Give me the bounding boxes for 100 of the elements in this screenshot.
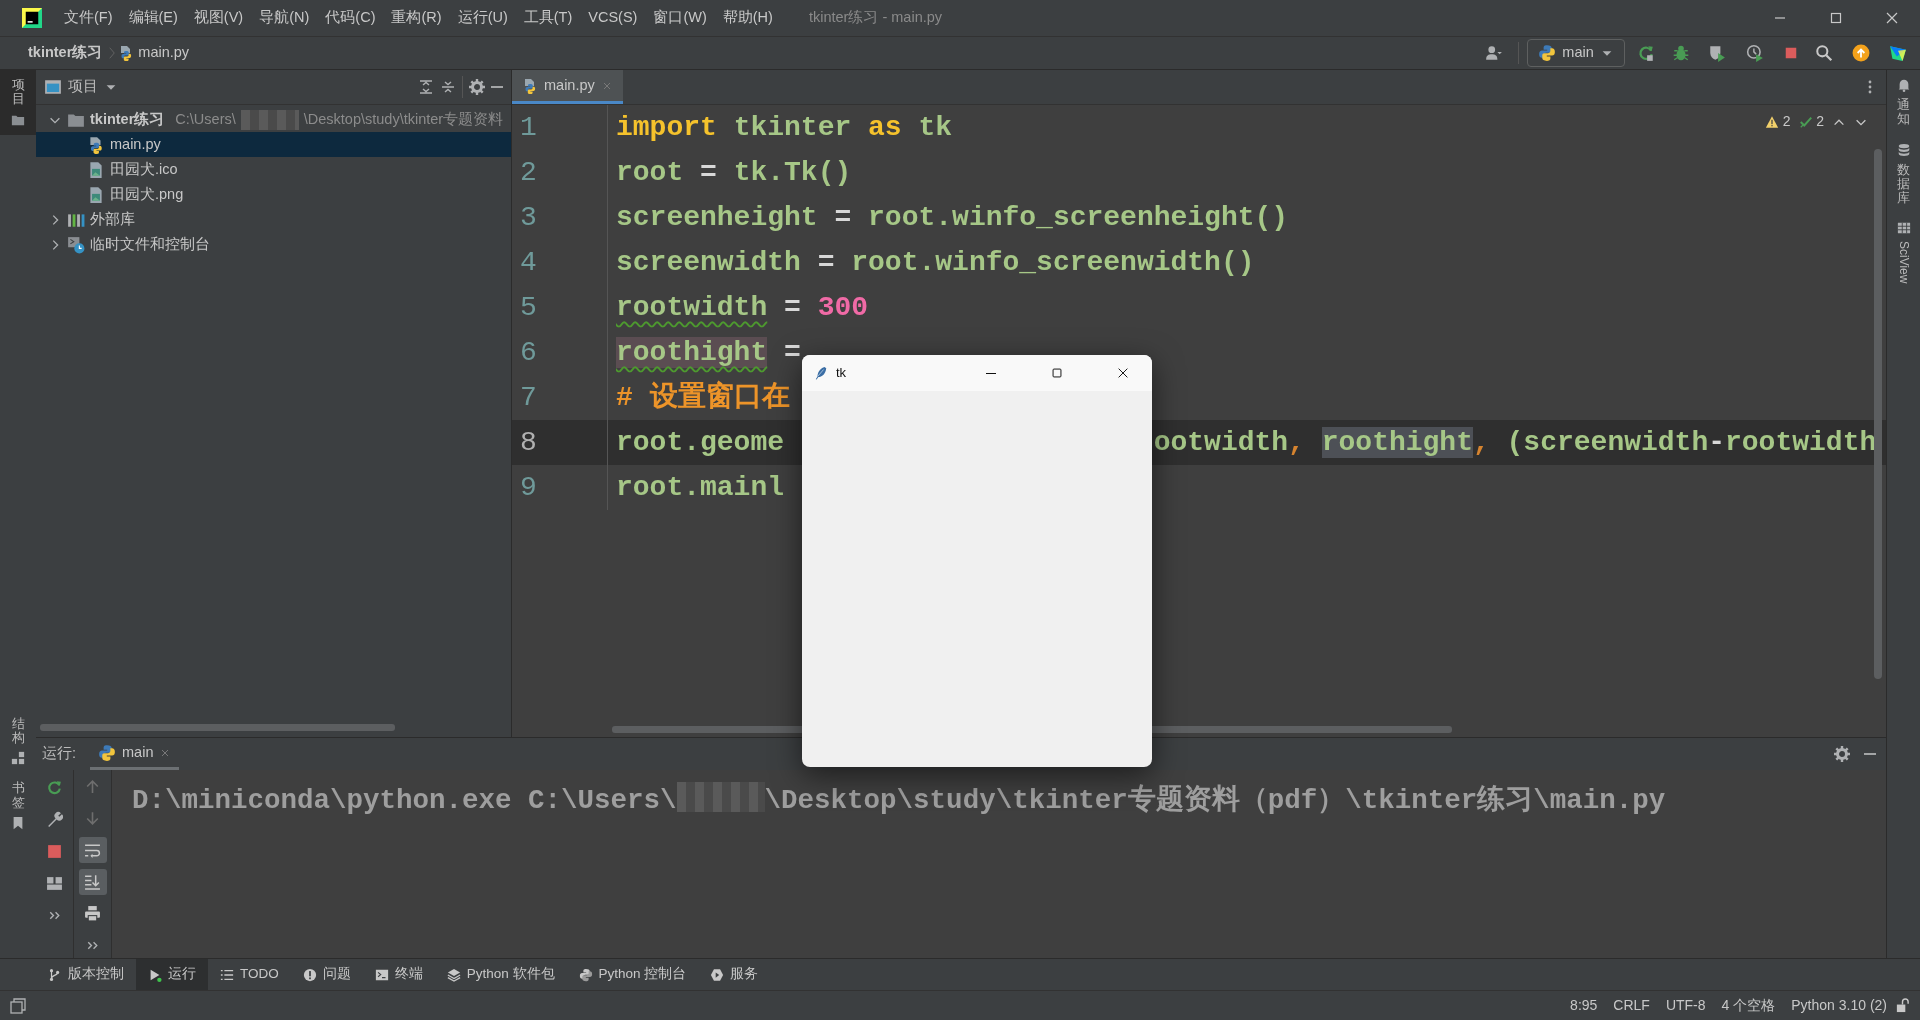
tree-item[interactable]: main.py <box>110 133 161 156</box>
warning-icon[interactable] <box>1765 114 1780 129</box>
branch-icon <box>48 967 62 982</box>
debug-icon <box>1672 44 1691 62</box>
expand-all-icon[interactable] <box>418 79 434 95</box>
list-icon <box>220 967 234 982</box>
menu-item[interactable]: 编辑(E) <box>120 7 186 29</box>
inspection-count[interactable]: 2 <box>1816 111 1824 132</box>
window-title: tk <box>836 364 847 383</box>
toolbar-button[interactable] <box>78 869 107 895</box>
menu-item[interactable]: 代码(C) <box>317 7 384 29</box>
up-arrow-icon <box>84 778 101 796</box>
collapse-all-icon[interactable] <box>440 79 456 95</box>
tool-window-tab[interactable]: 项目 <box>0 70 36 135</box>
bookmark-icon <box>11 816 25 830</box>
menu-item[interactable]: 视图(V) <box>185 7 252 29</box>
code-text: root = tk.Tk() <box>616 155 852 190</box>
settings-icon[interactable] <box>1834 746 1850 762</box>
tool-window-button[interactable]: 问题 <box>290 959 363 990</box>
tool-window-button[interactable]: 版本控制 <box>36 959 136 990</box>
code-text: screenheight = root.winfo_screenheight() <box>616 200 1289 235</box>
window-icon <box>44 78 62 96</box>
status-item[interactable]: CRLF <box>1605 995 1658 1016</box>
panel-title: 运行: <box>42 744 77 764</box>
tool-window-button[interactable]: 终端 <box>362 959 435 990</box>
run-icon <box>148 967 162 982</box>
close-icon <box>1116 366 1130 380</box>
menu-item[interactable]: 文件(F) <box>56 7 121 29</box>
tool-window-button[interactable]: TODO <box>208 959 291 990</box>
tool-window-tab[interactable]: 数据库 <box>1887 134 1920 214</box>
tool-window-tab[interactable]: 通知 <box>1887 70 1920 135</box>
status-item[interactable]: 4 个空格 <box>1713 995 1784 1016</box>
menu-item[interactable]: 导航(N) <box>251 7 318 29</box>
tool-window-button[interactable]: 服务 <box>698 959 771 990</box>
scrollbar[interactable] <box>1874 149 1882 679</box>
tool-window-button[interactable]: Python 控制台 <box>566 959 699 990</box>
tool-windows-icon[interactable] <box>10 997 26 1014</box>
code-text: rootwidth = 300 <box>616 290 869 325</box>
tree-item[interactable]: 田园犬.png <box>110 183 184 206</box>
scratch-icon <box>67 235 85 254</box>
redaction-blur <box>240 109 299 130</box>
menu-item[interactable]: 重构(R) <box>383 7 450 29</box>
minimize-icon <box>1774 17 1786 19</box>
window-title: tkinter练习 - main.py <box>808 8 943 28</box>
menu-item[interactable]: 工具(T) <box>515 7 581 29</box>
tool-window-tab[interactable]: 书签 <box>0 773 36 838</box>
editor-tab[interactable]: main.py <box>512 70 623 104</box>
path-text: C:\Users\ <box>175 109 236 129</box>
panel-title: 项目 <box>68 77 98 97</box>
status-item[interactable]: 8:95 <box>1562 995 1606 1016</box>
tree-item[interactable]: 外部库 <box>90 208 135 231</box>
code-text: screenwidth = root.winfo_screenwidth() <box>616 245 1255 280</box>
minimize-icon <box>986 372 996 374</box>
menu-item[interactable]: 运行(U) <box>449 7 516 29</box>
weak-icon[interactable] <box>1798 114 1813 129</box>
tree-item[interactable]: 临时文件和控制台 <box>90 233 210 256</box>
code-text: root.mainl <box>616 470 785 505</box>
code-text: ootwidth, roothight, (screenwidth-rootwidth <box>1153 425 1877 460</box>
lock-icon[interactable] <box>1895 998 1910 1013</box>
status-item[interactable]: Python 3.10 (2) <box>1783 995 1895 1016</box>
code-text: root.geome <box>616 425 785 460</box>
toolbar-button[interactable] <box>78 837 107 863</box>
layers-icon <box>446 967 461 982</box>
line-number: 6 <box>512 330 608 375</box>
python-icon <box>578 967 593 982</box>
status-item[interactable]: UTF-8 <box>1657 995 1714 1016</box>
rerun-icon <box>1637 44 1655 62</box>
database-icon <box>1896 142 1911 157</box>
tool-window-button[interactable]: 运行 <box>136 959 208 990</box>
tree-item[interactable]: tkinter练习 <box>90 108 165 131</box>
tool-window-tab[interactable]: 结构 <box>0 708 36 774</box>
menu-item[interactable]: 帮助(H) <box>714 7 781 29</box>
line-number: 4 <box>512 240 608 285</box>
wrench-icon <box>46 810 63 828</box>
tree-item[interactable]: 田园犬.ico <box>110 158 178 181</box>
maximize-icon <box>1050 366 1064 380</box>
stop-icon <box>46 842 63 860</box>
inspection-count[interactable]: 2 <box>1782 111 1791 132</box>
feather-icon <box>814 365 828 381</box>
breadcrumb-item[interactable]: tkinter练习 <box>28 42 103 64</box>
settings-icon[interactable] <box>469 79 485 95</box>
breadcrumb-item[interactable]: main.py <box>138 42 190 64</box>
rerun-icon <box>46 778 63 796</box>
problem-icon <box>302 967 317 982</box>
image-file-icon <box>87 185 105 204</box>
coverage-icon <box>1707 44 1726 62</box>
run-config-dropdown[interactable]: main <box>1527 39 1625 67</box>
code-text: import tkinter as tk <box>616 110 953 145</box>
menu-item[interactable]: 窗口(W) <box>645 7 715 29</box>
python-icon <box>98 743 117 762</box>
tool-window-tab[interactable]: SciView <box>1887 213 1920 292</box>
structure-icon <box>11 751 25 766</box>
line-number: 3 <box>512 195 608 240</box>
update-icon <box>1850 44 1871 62</box>
code-text: roothight = <box>616 335 801 370</box>
tool-window-button[interactable]: Python 软件包 <box>434 959 567 990</box>
maximize-icon <box>1828 10 1844 26</box>
menu-item[interactable]: VCS(S) <box>580 7 646 29</box>
python-icon <box>1538 44 1557 62</box>
scrollbar[interactable] <box>40 724 395 731</box>
